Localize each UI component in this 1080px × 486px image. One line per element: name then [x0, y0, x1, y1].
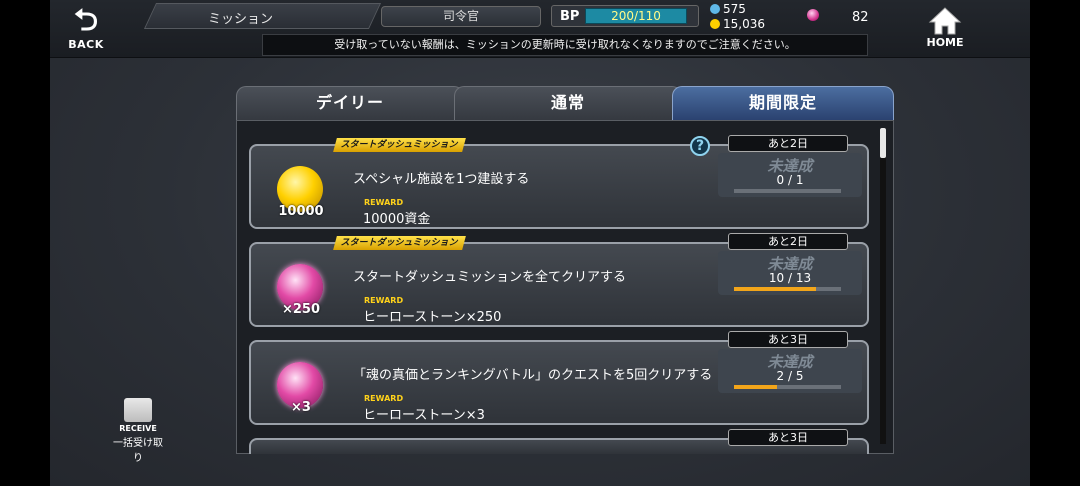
- mission-description: 「魂の真価とランキングバトル」のクエストを5回クリアする: [353, 368, 713, 383]
- tab-daily-label: デイリー: [315, 93, 384, 112]
- reward-label: REWARD: [364, 394, 404, 403]
- progress-bar: [734, 385, 841, 389]
- tab-limited[interactable]: 期間限定: [672, 86, 894, 120]
- crystal-icon: [710, 4, 720, 14]
- reward-quantity: 10000: [278, 204, 324, 219]
- tab-limited-label: 期間限定: [748, 93, 817, 112]
- mission-description: スペシャル施設を1つ建設する: [353, 172, 530, 187]
- scrollbar-thumb[interactable]: [880, 128, 886, 158]
- reward-quantity: ×250: [281, 302, 321, 317]
- back-label: BACK: [68, 38, 104, 51]
- rank-label: 司令官: [381, 6, 541, 27]
- receive-all-button[interactable]: RECEIVE 一括受け取り: [113, 398, 163, 464]
- page-title: ミッション: [208, 12, 274, 27]
- reward-label: REWARD: [364, 296, 404, 305]
- back-button[interactable]: ⮌ BACK: [55, 4, 117, 54]
- progress-text: 10 / 13: [768, 271, 812, 285]
- reward-value: 10000資金: [363, 212, 431, 227]
- progress-fill: [734, 385, 777, 389]
- progress-bar: [734, 189, 841, 193]
- coin-icon: [710, 19, 720, 29]
- mission-status: 未達成 2 / 5: [718, 349, 862, 393]
- receive-label-jp: 一括受け取り: [113, 438, 163, 464]
- notice-banner: 受け取っていない報酬は、ミッションの更新時に受け取れなくなりますのでご注意くださ…: [262, 34, 868, 56]
- reward-value: ヒーローストーン×250: [363, 310, 502, 325]
- mission-description: スタートダッシュミッションを全てクリアする: [353, 270, 627, 285]
- bp-value: 200/110: [611, 9, 661, 23]
- help-icon[interactable]: ?: [690, 136, 710, 156]
- tab-normal-label: 通常: [550, 93, 585, 112]
- progress-text: 0 / 1: [776, 173, 804, 187]
- days-left-badge: あと2日: [728, 233, 848, 250]
- hero-stone-count: 82: [852, 10, 869, 25]
- reward-label: REWARD: [364, 198, 404, 207]
- progress-text: 2 / 5: [776, 369, 804, 383]
- back-arrow-icon: ⮌: [73, 3, 99, 38]
- mission-status: 未達成 0 / 1: [718, 153, 862, 197]
- currency-2: 15,036: [710, 17, 765, 31]
- receive-label-en: RECEIVE: [119, 424, 157, 433]
- currency-1: 575: [710, 2, 746, 16]
- days-left-badge: あと2日: [728, 135, 848, 152]
- currency-1-value: 575: [723, 2, 746, 16]
- currency-2-value: 15,036: [723, 17, 765, 31]
- bp-label: BP: [560, 9, 580, 24]
- reward-value: ヒーローストーン×3: [363, 408, 485, 423]
- days-left-badge: あと3日: [728, 331, 848, 348]
- progress-fill: [734, 287, 817, 291]
- mission-ribbon: スタートダッシュミッション: [333, 236, 466, 250]
- gift-boxes-icon: [124, 398, 152, 422]
- home-icon: [928, 7, 962, 35]
- tab-normal[interactable]: 通常: [454, 86, 682, 120]
- hero-stone-icon: [807, 9, 819, 21]
- mission-ribbon: スタートダッシュミッション: [333, 138, 466, 152]
- reward-quantity: ×3: [291, 400, 311, 415]
- tab-daily[interactable]: デイリー: [236, 86, 464, 120]
- scrollbar[interactable]: [880, 128, 886, 444]
- home-button[interactable]: HOME: [915, 4, 975, 54]
- days-left-badge: あと3日: [728, 429, 848, 446]
- mission-status: 未達成 10 / 13: [718, 251, 862, 295]
- progress-bar: [734, 287, 841, 291]
- home-label: HOME: [926, 36, 964, 49]
